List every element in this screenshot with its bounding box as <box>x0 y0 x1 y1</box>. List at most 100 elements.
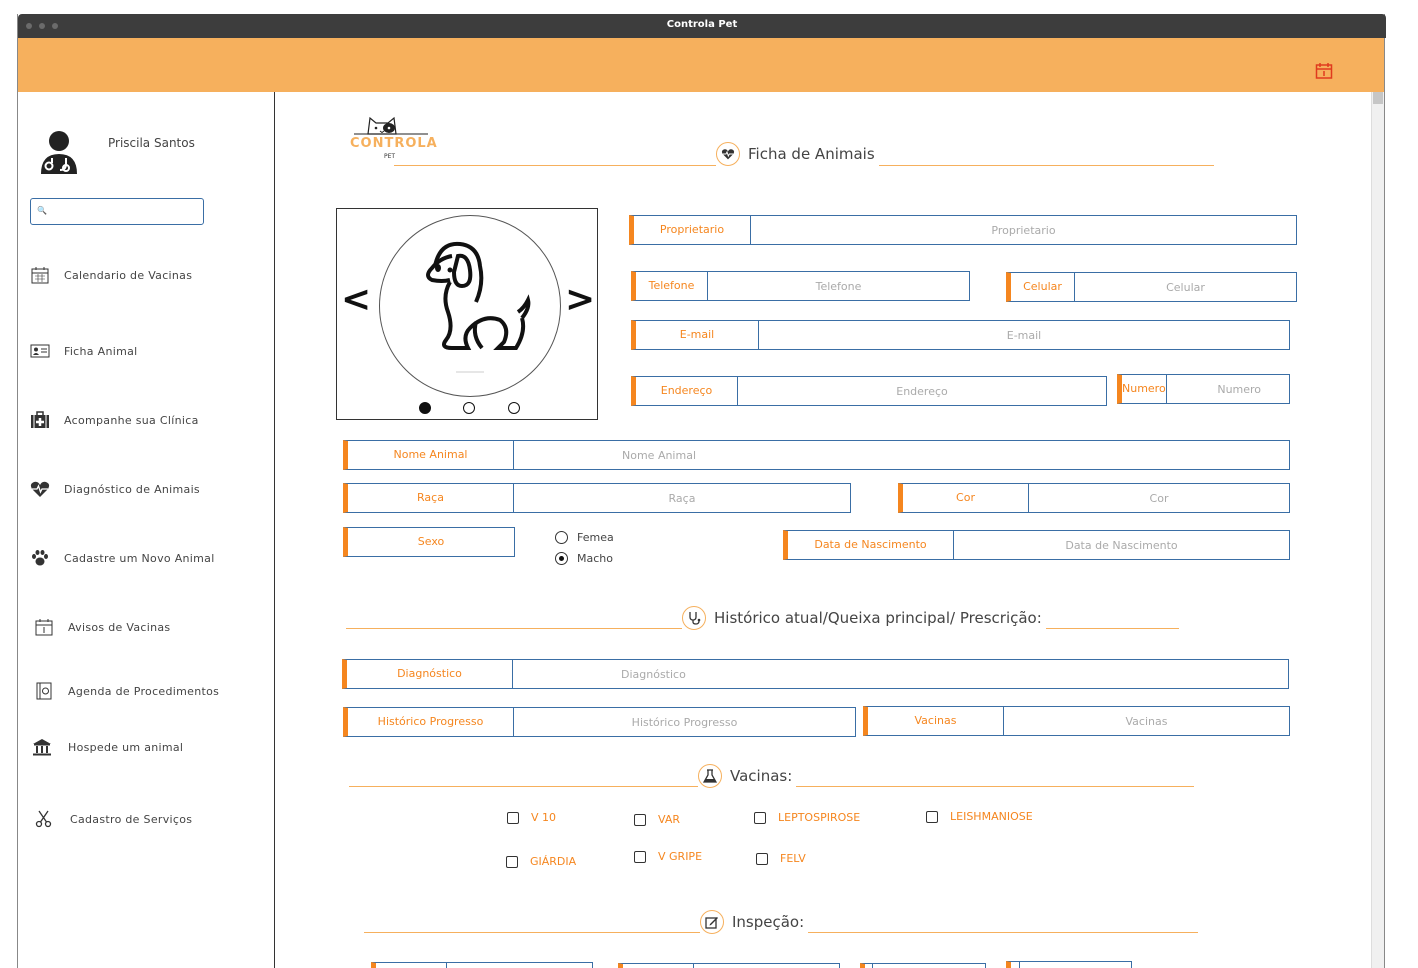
edit-icon <box>700 910 724 934</box>
vaccine-checkbox-felv[interactable]: FELV <box>756 852 806 865</box>
cor-input[interactable] <box>1029 484 1289 512</box>
vacinas-field: Vacinas <box>863 706 1290 736</box>
carousel-next-button[interactable]: > <box>565 279 595 320</box>
calendar-icon[interactable] <box>1315 62 1333 80</box>
nascimento-input[interactable] <box>954 531 1289 559</box>
cor-field: Cor <box>898 483 1290 513</box>
calendar-alert-icon <box>34 617 54 637</box>
field-label: Celular <box>1011 273 1075 301</box>
title-bar: Controla Pet <box>18 14 1386 38</box>
flask-icon <box>698 764 722 788</box>
field-label: Proprietario <box>634 216 751 244</box>
checkbox-label: VAR <box>658 813 680 826</box>
heart-pulse-icon <box>716 142 740 166</box>
section-title-text: Histórico atual/Queixa principal/ Prescr… <box>714 609 1042 627</box>
sidebar-item-diagnostico[interactable]: Diagnóstico de Animais <box>30 478 200 500</box>
sidebar-item-avisos-vacinas[interactable]: Avisos de Vacinas <box>34 616 170 638</box>
checkbox-label: FELV <box>780 852 806 865</box>
c-input[interactable] <box>1019 962 1165 968</box>
radio-button-selected[interactable] <box>555 552 568 565</box>
field-label: T <box>865 964 873 968</box>
field-label: Data de Nascimento <box>788 531 954 559</box>
vertical-scrollbar[interactable] <box>1371 92 1384 968</box>
checkbox[interactable] <box>634 813 646 826</box>
checkbox[interactable] <box>507 811 519 824</box>
id-card-icon <box>30 341 50 361</box>
checkbox-label: V GRIPE <box>658 850 703 863</box>
field-label: Sexo <box>417 535 445 548</box>
fc-input[interactable] <box>447 963 592 968</box>
section-vacinas: Vacinas: <box>698 764 797 788</box>
checkbox[interactable] <box>756 852 768 865</box>
numero-input[interactable] <box>1166 375 1312 403</box>
diagnostico-input[interactable] <box>513 660 1288 688</box>
doctor-avatar-icon <box>38 130 80 176</box>
carousel-prev-button[interactable]: < <box>341 279 371 320</box>
historico-progresso-input[interactable] <box>514 708 855 736</box>
top-bar <box>18 38 1384 92</box>
controla-pet-logo: CONTROLA PET <box>348 112 437 164</box>
sidebar-item-agenda-procedimentos[interactable]: Agenda de Procedimentos <box>34 680 219 702</box>
vaccine-checkbox-v10[interactable]: V 10 <box>507 811 556 824</box>
checkbox[interactable] <box>926 810 938 823</box>
fr-input[interactable] <box>694 964 839 968</box>
endereco-field: Endereço <box>631 376 1107 406</box>
sidebar-item-ficha-animal[interactable]: Ficha Animal <box>30 340 138 362</box>
sexo-option-macho[interactable]: Macho <box>555 552 613 565</box>
checkbox-label: LEISHMANIOSE <box>950 810 1033 823</box>
search-input[interactable]: 🔍 <box>30 198 204 225</box>
heart-pulse-icon <box>30 479 50 499</box>
proprietario-field: Proprietario <box>629 215 1297 245</box>
sidebar-item-calendario-vacinas[interactable]: Calendario de Vacinas <box>30 264 192 286</box>
sidebar-item-hospede-animal[interactable]: Hospede um animal <box>32 736 183 758</box>
section-inspecao: Inspeção: <box>700 910 809 934</box>
sidebar-item-label: Diagnóstico de Animais <box>64 482 200 496</box>
scrollbar-thumb[interactable] <box>1373 92 1383 104</box>
radio-label: Macho <box>577 552 613 565</box>
sidebar-item-label: Cadastre um Novo Animal <box>64 551 215 565</box>
checkbox[interactable] <box>754 811 766 824</box>
sidebar-item-label: Cadastro de Serviços <box>70 812 193 826</box>
proprietario-input[interactable] <box>751 216 1296 244</box>
vaccine-checkbox-giardia[interactable]: GIÁRDIA <box>506 855 576 868</box>
celular-input[interactable] <box>1075 273 1296 301</box>
field-label: Histórico Progresso <box>348 708 514 736</box>
section-ficha-animais: Ficha de Animais <box>716 142 879 166</box>
sidebar-item-acompanhe-clinica[interactable]: Acompanhe sua Clínica <box>30 409 199 431</box>
stethoscope-icon <box>682 606 706 630</box>
sidebar-item-label: Acompanhe sua Clínica <box>64 413 199 427</box>
vaccine-checkbox-var[interactable]: VAR <box>634 813 680 826</box>
t-input[interactable] <box>872 964 1018 968</box>
section-title-text: Ficha de Animais <box>748 145 875 163</box>
sidebar-item-label: Avisos de Vacinas <box>68 620 171 634</box>
sexo-option-femea[interactable]: Femea <box>555 531 614 544</box>
radio-button[interactable] <box>555 531 568 544</box>
building-icon <box>32 737 52 757</box>
field-label: E-mail <box>636 321 759 349</box>
section-title-text: Vacinas: <box>730 767 793 785</box>
endereco-input[interactable] <box>738 377 1106 405</box>
checkbox[interactable] <box>634 850 646 863</box>
vacinas-input[interactable] <box>1004 707 1289 735</box>
sidebar-item-cadastro-servicos[interactable]: Cadastro de Serviços <box>34 808 192 830</box>
animal-photo-carousel: < > <box>336 208 598 420</box>
vaccine-checkbox-leishmaniose[interactable]: LEISHMANIOSE <box>926 810 1033 823</box>
app-window: Controla Pet Priscila Santos 🔍 Calendari… <box>17 14 1386 968</box>
checkbox[interactable] <box>506 855 518 868</box>
sidebar: Priscila Santos 🔍 Calendario de Vacinas … <box>18 92 275 968</box>
sexo-field: Sexo <box>343 527 515 557</box>
nome-animal-input[interactable] <box>514 441 1289 469</box>
user-name: Priscila Santos <box>108 136 195 150</box>
vaccine-checkbox-vgripe[interactable]: V GRIPE <box>634 850 702 863</box>
carousel-dot[interactable] <box>508 402 520 414</box>
section-historico: Histórico atual/Queixa principal/ Prescr… <box>682 606 1046 630</box>
email-input[interactable] <box>759 321 1289 349</box>
raca-input[interactable] <box>514 484 850 512</box>
carousel-dot-active[interactable] <box>419 402 431 414</box>
calendar-grid-icon <box>30 265 50 285</box>
carousel-dot[interactable] <box>463 402 475 414</box>
main-content: CONTROLA PET Ficha de Animais < > Propri… <box>276 92 1371 968</box>
vaccine-checkbox-leptospirose[interactable]: LEPTOSPIROSE <box>754 811 860 824</box>
sidebar-item-cadastre-animal[interactable]: Cadastre um Novo Animal <box>30 547 215 569</box>
telefone-input[interactable] <box>708 272 969 300</box>
